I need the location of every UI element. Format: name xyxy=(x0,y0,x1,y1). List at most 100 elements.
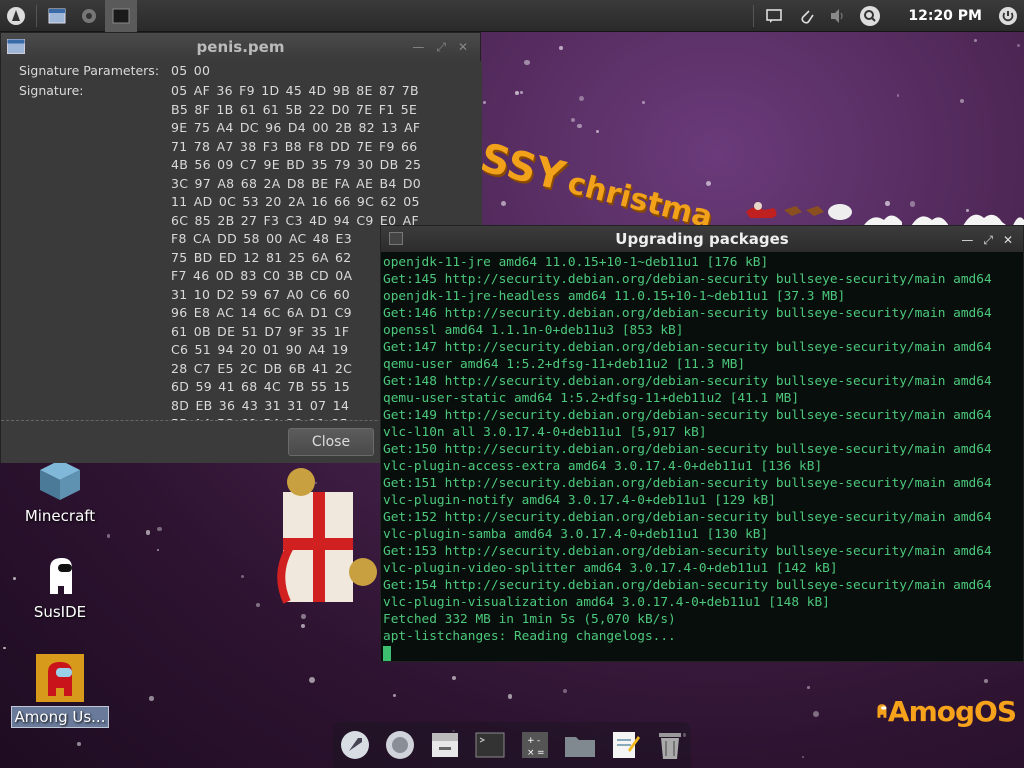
desktop-icon-among-us[interactable]: Among Us... xyxy=(10,654,110,728)
power-button[interactable] xyxy=(992,0,1024,32)
taskbar-browser-button[interactable] xyxy=(73,0,105,32)
field-value: 11 AD 0C 53 20 2A 16 66 9C 62 05 xyxy=(171,194,420,209)
close-window-button[interactable]: ✕ xyxy=(1003,233,1013,247)
search-button[interactable] xyxy=(854,0,886,32)
close-button[interactable]: Close xyxy=(288,428,374,456)
crewmate-outline-icon xyxy=(50,558,72,594)
field-value: 6D 59 41 68 4C 7B 55 15 xyxy=(171,379,351,394)
field-value: 3C 97 A8 68 2A D8 BE FA AE B4 D0 xyxy=(171,175,422,191)
certificate-field-row: 9E 75 A4 DC 96 D4 00 2B 82 13 AF xyxy=(1,120,482,139)
app-launcher-button[interactable] xyxy=(0,0,32,32)
window-titlebar[interactable]: penis.pem — ⤢ ✕ xyxy=(1,33,480,61)
terminal-line: Get:152 http://security.debian.org/debia… xyxy=(383,510,992,525)
volume-button[interactable] xyxy=(822,0,854,32)
svg-text:=: = xyxy=(537,748,545,758)
field-name xyxy=(1,102,171,121)
svg-text:+: + xyxy=(527,736,535,746)
system-tray: 12:20 PM xyxy=(749,0,1024,32)
minecraft-block-icon xyxy=(40,460,80,500)
snowflake xyxy=(451,676,456,681)
field-name xyxy=(1,324,171,343)
dock-calculator[interactable]: + - × = xyxy=(519,729,551,761)
field-value: 96 E8 AC 14 6C 6A D1 C9 xyxy=(171,305,352,320)
maximize-button[interactable]: ⤢ xyxy=(983,233,993,248)
among-us-icon xyxy=(36,654,84,702)
desktop-icon-suside[interactable]: SusIDE xyxy=(10,554,110,622)
snowflake xyxy=(570,118,575,123)
terminal-output[interactable]: openjdk-11-jre amd64 11.0.15+10-1~deb11u… xyxy=(381,252,1023,661)
snowflake xyxy=(106,534,111,538)
amogos-logo: AmogOS xyxy=(876,686,1017,736)
certificate-field-row: Signature: 05 AF 36 F9 1D 45 4D 9B 8E 87 … xyxy=(1,83,482,102)
terminal-title: Upgrading packages xyxy=(615,230,789,248)
window-title: penis.pem xyxy=(196,38,285,56)
clipboard-button[interactable] xyxy=(790,0,822,32)
minimize-button[interactable]: — xyxy=(412,40,424,54)
terminal-line: vlc-plugin-visualization amd64 3.0.17.4-… xyxy=(383,595,830,610)
snowflake xyxy=(984,678,989,683)
dock-web-browser[interactable] xyxy=(384,729,416,761)
terminal-window: Upgrading packages — ⤢ ✕ openjdk-11-jre … xyxy=(380,225,1024,662)
field-name: Signature Parameters: xyxy=(19,63,160,78)
terminal-line: Get:148 http://security.debian.org/debia… xyxy=(383,374,992,389)
notifications-button[interactable] xyxy=(758,0,790,32)
snowflake xyxy=(519,91,523,95)
field-value: 05 00 xyxy=(171,63,211,78)
snowflake xyxy=(149,696,154,701)
snowflake xyxy=(641,100,646,104)
svg-text:×: × xyxy=(527,748,535,758)
certificate-field-row: 11 AD 0C 53 20 2A 16 66 9C 62 05 xyxy=(1,194,482,213)
window-controls: — ⤢ ✕ xyxy=(961,226,1013,254)
clock[interactable]: 12:20 PM xyxy=(886,8,992,24)
snowflake xyxy=(3,646,6,650)
snowflake xyxy=(595,129,600,134)
tray-separator xyxy=(753,5,755,27)
minimize-button[interactable]: — xyxy=(961,233,973,247)
snowflake xyxy=(156,526,162,532)
calculator-icon: + -× = xyxy=(521,732,548,758)
crewmate-logo-icon xyxy=(877,704,887,718)
snowflake xyxy=(559,46,564,50)
dock-folder[interactable] xyxy=(564,729,596,761)
terminal-cursor-line xyxy=(383,645,1021,661)
terminal-line: Fetched 332 MB in 1min 5s (5,070 kB/s) xyxy=(383,612,676,627)
maximize-button[interactable]: ⤢ xyxy=(436,40,446,55)
terminal-icon xyxy=(112,8,130,23)
terminal-line: Get:145 http://security.debian.org/debia… xyxy=(383,272,992,287)
field-value: 31 10 D2 59 67 A0 C6 60 xyxy=(171,286,351,302)
terminal-line: Get:151 http://security.debian.org/debia… xyxy=(383,476,992,491)
terminal-line: apt-listchanges: Reading changelogs... xyxy=(383,629,676,644)
field-value: B5 8F 1B 61 61 5B 22 D0 7E F1 5E xyxy=(171,101,418,117)
close-window-button[interactable]: ✕ xyxy=(458,40,468,54)
window-controls: — ⤢ ✕ xyxy=(412,33,468,61)
field-value: 8D EB 36 43 31 31 07 14 xyxy=(171,397,350,413)
paperclip-icon xyxy=(801,10,815,24)
field-name xyxy=(1,250,171,269)
field-name xyxy=(1,342,171,361)
terminal-line: openjdk-11-jre-headless amd64 11.0.15+10… xyxy=(383,289,846,304)
snowflake xyxy=(145,530,151,535)
terminal-line: qemu-user-static amd64 1:5.2+dfsg-11+deb… xyxy=(383,391,800,406)
santa-sleigh-image xyxy=(746,202,852,220)
dock-text-editor[interactable] xyxy=(609,729,641,761)
dock-trash[interactable] xyxy=(654,729,686,761)
snowflake xyxy=(960,99,965,104)
terminal-line: vlc-plugin-samba amd64 3.0.17.4-0+deb11u… xyxy=(383,527,769,542)
field-name xyxy=(1,213,171,232)
terminal-line: Get:149 http://security.debian.org/debia… xyxy=(383,408,992,423)
field-value: C6 51 94 20 01 90 A4 19 xyxy=(171,342,349,357)
taskbar-terminal-button[interactable] xyxy=(105,0,137,32)
snowflake xyxy=(896,94,900,97)
dock-terminal[interactable] xyxy=(474,729,506,761)
web-browser-icon xyxy=(385,731,414,759)
show-desktop-button[interactable] xyxy=(41,0,73,32)
desktop-icon-minecraft[interactable]: Minecraft xyxy=(10,458,110,526)
menu-icon xyxy=(7,6,25,25)
field-name xyxy=(1,379,171,398)
dock-file-manager[interactable] xyxy=(429,729,461,761)
field-name xyxy=(1,268,171,287)
terminal-titlebar[interactable]: Upgrading packages — ⤢ ✕ xyxy=(381,226,1023,252)
certificate-field-row: 3C 97 A8 68 2A D8 BE FA AE B4 D0 xyxy=(1,176,482,195)
terminal-line: Get:147 http://security.debian.org/debia… xyxy=(383,340,992,355)
dock-rocket-launcher[interactable] xyxy=(339,729,371,761)
